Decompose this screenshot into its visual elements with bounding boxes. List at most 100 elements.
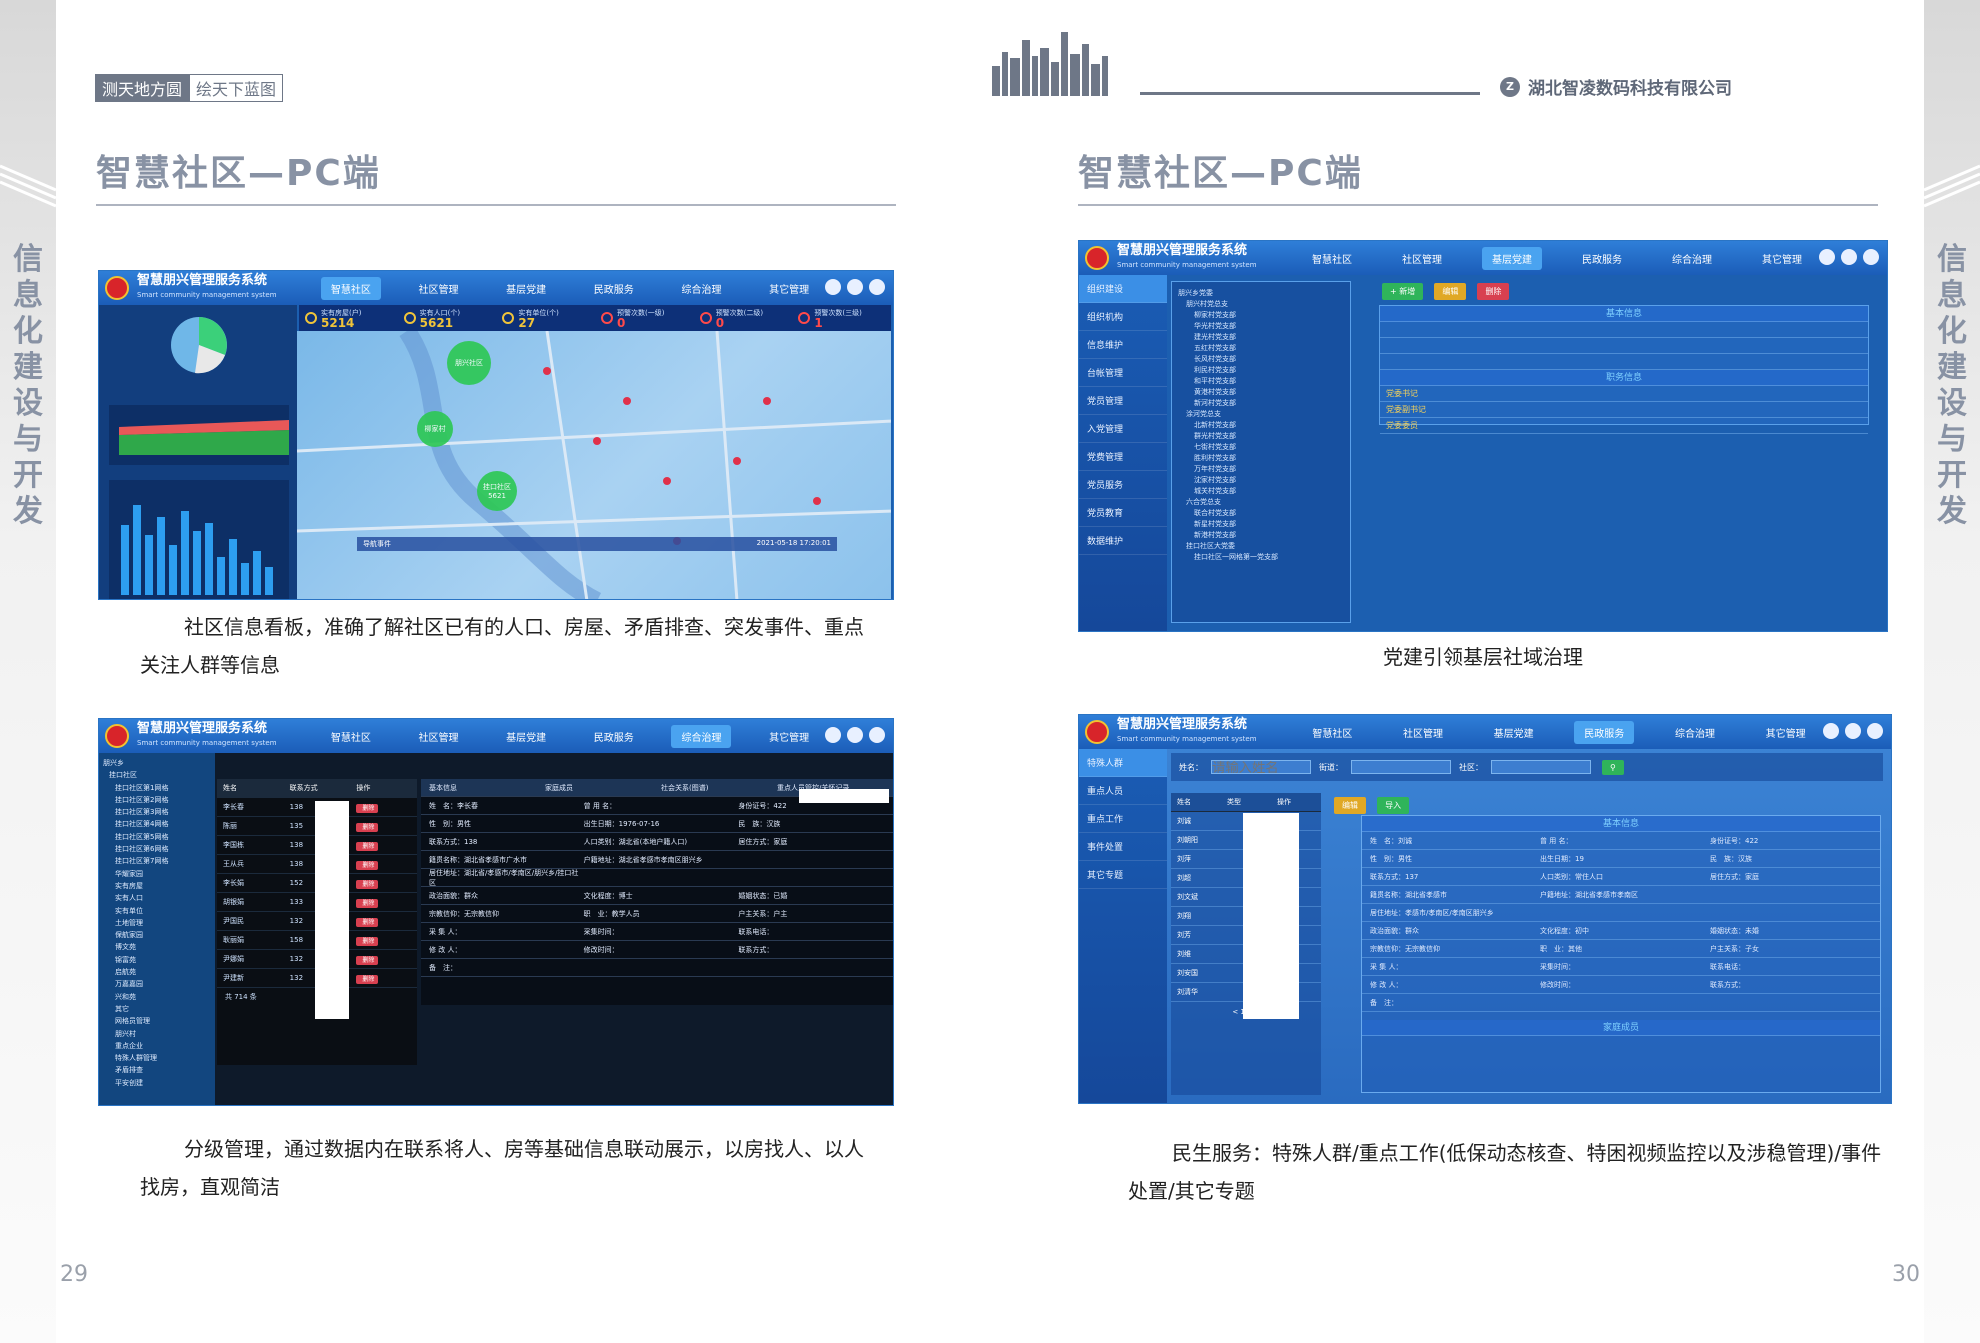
nav-item[interactable]: 民政服务 <box>1572 247 1632 270</box>
tree-node[interactable]: 挂口社区第6网格 <box>103 843 211 855</box>
mail-icon[interactable] <box>1819 249 1835 265</box>
tree-node[interactable]: 特殊人群管理 <box>103 1052 211 1064</box>
event-banner[interactable]: 导航事件 2021-05-18 17:20:01 <box>357 537 837 551</box>
delete-button[interactable]: 删除 <box>356 860 379 870</box>
mail-icon[interactable] <box>1823 723 1839 739</box>
nav-item[interactable]: 社区管理 <box>1392 247 1452 270</box>
side-menu-item[interactable]: 党员服务 <box>1079 471 1167 499</box>
user-icon[interactable] <box>1863 249 1879 265</box>
tree-node[interactable]: 锦富苑 <box>103 954 211 966</box>
delete-button[interactable]: 删除 <box>356 917 379 927</box>
community-select[interactable] <box>1491 760 1591 774</box>
tree-node[interactable]: 七街村党支部 <box>1178 442 1344 453</box>
mail-icon[interactable] <box>825 727 841 743</box>
tree-node[interactable]: 挂口社区一网格第一党支部 <box>1178 552 1344 563</box>
tree-node[interactable]: 启航苑 <box>103 966 211 978</box>
tree-node[interactable]: 利民村党支部 <box>1178 365 1344 376</box>
delete-button[interactable]: 删除 <box>356 803 379 813</box>
tree-node[interactable]: 沈家村党支部 <box>1178 475 1344 486</box>
nav-item[interactable]: 基层党建 <box>496 277 556 300</box>
tree-node[interactable]: 华光村党支部 <box>1178 321 1344 332</box>
delete-button[interactable]: 删除 <box>356 898 379 908</box>
tree-node[interactable]: 联合村党支部 <box>1178 508 1344 519</box>
tree-node[interactable]: 挂口社区第3网格 <box>103 806 211 818</box>
nav-item[interactable]: 民政服务 <box>584 725 644 748</box>
tree-node[interactable]: 朋兴村 <box>103 1028 211 1040</box>
add-button[interactable]: + 新增 <box>1382 283 1424 300</box>
delete-button[interactable]: 删除 <box>356 974 379 984</box>
tree-node[interactable]: 胜利村党支部 <box>1178 453 1344 464</box>
user-icon[interactable] <box>1867 723 1883 739</box>
delete-button[interactable]: 删除 <box>356 955 379 965</box>
nav-item[interactable]: 智慧社区 <box>320 276 381 300</box>
tree-node[interactable]: 万年村党支部 <box>1178 464 1344 475</box>
alert-icon[interactable] <box>1841 249 1857 265</box>
tree-node[interactable]: 兴和苑 <box>103 991 211 1003</box>
tree-node[interactable]: 柳家村党支部 <box>1178 310 1344 321</box>
tree-node[interactable]: 其它 <box>103 1003 211 1015</box>
community-map[interactable]: 朋兴社区 柳家村 挂口社区 5621 导航事件 2021-05-18 17:20:… <box>297 331 891 599</box>
side-menu-item[interactable]: 重点人员 <box>1079 777 1167 805</box>
side-menu-item[interactable]: 重点工作 <box>1079 805 1167 833</box>
side-menu-item[interactable]: 党费管理 <box>1079 443 1167 471</box>
tree-node[interactable]: 新星村党支部 <box>1178 519 1344 530</box>
user-icon[interactable] <box>869 279 885 295</box>
nav-item[interactable]: 智慧社区 <box>321 725 381 748</box>
side-menu-item[interactable]: 事件处置 <box>1079 833 1167 861</box>
tree-node[interactable]: 涂河党总支 <box>1178 409 1344 420</box>
tree-node[interactable]: 万嘉嘉园 <box>103 978 211 990</box>
tree-node[interactable]: 重点企业 <box>103 1040 211 1052</box>
tree-node[interactable]: 实有人口 <box>103 892 211 904</box>
tab-basic[interactable]: 基本信息 <box>429 783 545 793</box>
tree-node[interactable]: 挂口社区第7网格 <box>103 855 211 867</box>
tree-node[interactable]: 和平村党支部 <box>1178 376 1344 387</box>
nav-item[interactable]: 其它管理 <box>759 277 819 300</box>
side-menu-item[interactable]: 信息维护 <box>1079 331 1167 359</box>
tree-node[interactable]: 朋兴乡党委 <box>1178 288 1344 299</box>
alert-icon[interactable] <box>1845 723 1861 739</box>
tree-node[interactable]: 五红村党支部 <box>1178 343 1344 354</box>
map-bubble[interactable]: 柳家村 <box>417 411 453 447</box>
nav-item[interactable]: 综合治理 <box>1665 721 1725 744</box>
street-select[interactable] <box>1351 760 1451 774</box>
side-menu-item[interactable]: 组织机构 <box>1079 303 1167 331</box>
delete-button[interactable]: 删除 <box>356 936 379 946</box>
nav-item[interactable]: 其它管理 <box>1756 721 1816 744</box>
tree-node[interactable]: 挂口社区第1网格 <box>103 782 211 794</box>
tree-node[interactable]: 城关村党支部 <box>1178 486 1344 497</box>
tab-family[interactable]: 家庭成员 <box>545 783 661 793</box>
tree-node[interactable]: 保航家园 <box>103 929 211 941</box>
side-menu-item[interactable]: 党员管理 <box>1079 387 1167 415</box>
map-bubble[interactable]: 挂口社区 5621 <box>477 471 517 511</box>
tree-node[interactable]: 土地管理 <box>103 917 211 929</box>
side-menu-item[interactable]: 特殊人群 <box>1079 749 1167 777</box>
tree-node[interactable]: 实有房屋 <box>103 880 211 892</box>
map-bubble[interactable]: 朋兴社区 <box>447 341 491 385</box>
tree-node[interactable]: 新港村党支部 <box>1178 530 1344 541</box>
user-icon[interactable] <box>869 727 885 743</box>
nav-item[interactable]: 社区管理 <box>1393 721 1453 744</box>
tree-node[interactable]: 挂口社区第4网格 <box>103 818 211 830</box>
alert-icon[interactable] <box>847 727 863 743</box>
tab-social[interactable]: 社会关系(图谱) <box>661 783 777 793</box>
tree-node[interactable]: 朋兴乡 <box>103 757 211 769</box>
tree-node[interactable]: 挂口社区 <box>103 769 211 781</box>
side-menu-item[interactable]: 台帐管理 <box>1079 359 1167 387</box>
side-menu-item[interactable]: 党员教育 <box>1079 499 1167 527</box>
nav-item[interactable]: 综合治理 <box>671 277 731 300</box>
tree-node[interactable]: 挂口社区第2网格 <box>103 794 211 806</box>
search-button[interactable]: ⚲ <box>1602 759 1624 775</box>
tree-node[interactable]: 新河村党支部 <box>1178 398 1344 409</box>
nav-item[interactable]: 智慧社区 <box>1302 721 1362 744</box>
side-menu-item[interactable]: 组织建设 <box>1079 275 1167 303</box>
tree-node[interactable]: 黄港村党支部 <box>1178 387 1344 398</box>
tree-node[interactable]: 建光村党支部 <box>1178 332 1344 343</box>
mail-icon[interactable] <box>825 279 841 295</box>
nav-item[interactable]: 基层党建 <box>496 725 556 748</box>
side-menu-item[interactable]: 其它专题 <box>1079 861 1167 889</box>
edit-button[interactable]: 编辑 <box>1434 283 1467 300</box>
tree-node[interactable]: 实有单位 <box>103 905 211 917</box>
tree-node[interactable]: 矛盾排查 <box>103 1064 211 1076</box>
delete-button[interactable]: 删除 <box>1477 283 1510 300</box>
side-menu-item[interactable]: 数据维护 <box>1079 527 1167 555</box>
